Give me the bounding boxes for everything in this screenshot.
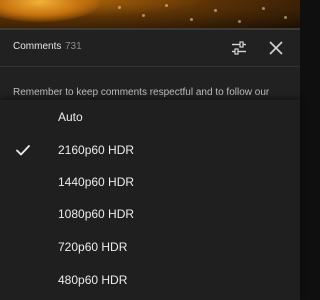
- quality-option-auto[interactable]: Auto: [0, 102, 300, 132]
- header-divider: [0, 66, 300, 67]
- video-speck: [238, 20, 241, 23]
- quality-option-1080p60-hdr[interactable]: 1080p60 HDR: [0, 199, 300, 229]
- close-icon[interactable]: [266, 38, 286, 58]
- video-speck: [190, 18, 193, 21]
- video-speck: [118, 6, 121, 9]
- quality-option-2160p60-hdr[interactable]: 2160p60 HDR: [0, 135, 300, 165]
- comments-header: Comments 731: [0, 30, 300, 66]
- video-player[interactable]: [0, 0, 300, 28]
- video-speck: [142, 14, 145, 17]
- video-speck: [214, 9, 217, 12]
- quality-option-label: 1440p60 HDR: [58, 175, 135, 189]
- comments-count: 731: [65, 41, 82, 52]
- quality-option-480p60-hdr[interactable]: 480p60 HDR: [0, 265, 300, 295]
- check-icon: [14, 141, 32, 159]
- quality-option-label: 720p60 HDR: [58, 240, 128, 254]
- quality-option-label: Auto: [58, 110, 83, 124]
- quality-option-label: 480p60 HDR: [58, 273, 128, 287]
- quality-menu: Auto 2160p60 HDR 1440p60 HDR 1080p60 HDR…: [0, 100, 300, 300]
- quality-option-1440p60-hdr[interactable]: 1440p60 HDR: [0, 167, 300, 197]
- quality-option-label: 2160p60 HDR: [58, 143, 135, 157]
- comments-title: Comments: [13, 41, 62, 52]
- quality-option-720p60-hdr[interactable]: 720p60 HDR: [0, 232, 300, 262]
- quality-option-label: 1080p60 HDR: [58, 207, 135, 221]
- video-speck: [284, 16, 287, 19]
- video-speck: [262, 7, 265, 10]
- video-highlight: [0, 0, 100, 22]
- sliders-icon[interactable]: [229, 38, 249, 58]
- video-speck: [165, 4, 168, 7]
